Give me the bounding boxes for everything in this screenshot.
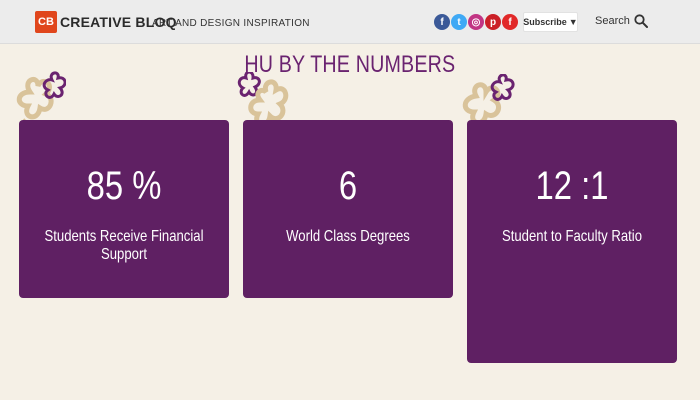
search-label: Search xyxy=(595,15,630,27)
stat-card-degrees: 6 World Class Degrees xyxy=(243,120,453,298)
site-header: CB CREATIVE BLOQ ART AND DESIGN INSPIRAT… xyxy=(0,0,700,44)
subscribe-button[interactable]: Subscribe ▼ xyxy=(523,12,578,32)
stat-value: 12 :1 xyxy=(535,164,609,208)
section-heading: HU BY THE NUMBERS xyxy=(244,51,456,78)
chevron-down-icon: ▼ xyxy=(568,17,578,27)
flipboard-icon[interactable]: f xyxy=(502,14,518,30)
facebook-icon[interactable]: f xyxy=(434,14,450,30)
stat-card-financial-support: 85 % Students Receive Financial Support xyxy=(19,120,229,298)
instagram-icon[interactable]: ◎ xyxy=(468,14,484,30)
pinterest-icon[interactable]: p xyxy=(485,14,501,30)
subscribe-label: Subscribe xyxy=(523,17,567,27)
stat-value: 6 xyxy=(338,164,358,208)
logo-badge: CB xyxy=(35,11,57,33)
search-button[interactable]: Search xyxy=(595,14,648,28)
stat-label: World Class Degrees xyxy=(286,228,410,245)
search-icon xyxy=(634,14,648,28)
stat-card-faculty-ratio: 12 :1 Student to Faculty Ratio xyxy=(467,120,677,363)
stat-label: Students Receive Financial Support xyxy=(44,228,204,263)
social-links: f t ◎ p f xyxy=(434,14,518,30)
site-tagline: ART AND DESIGN INSPIRATION xyxy=(152,18,310,29)
stat-label: Student to Faculty Ratio xyxy=(501,228,643,245)
twitter-icon[interactable]: t xyxy=(451,14,467,30)
stat-value: 85 % xyxy=(86,164,162,208)
